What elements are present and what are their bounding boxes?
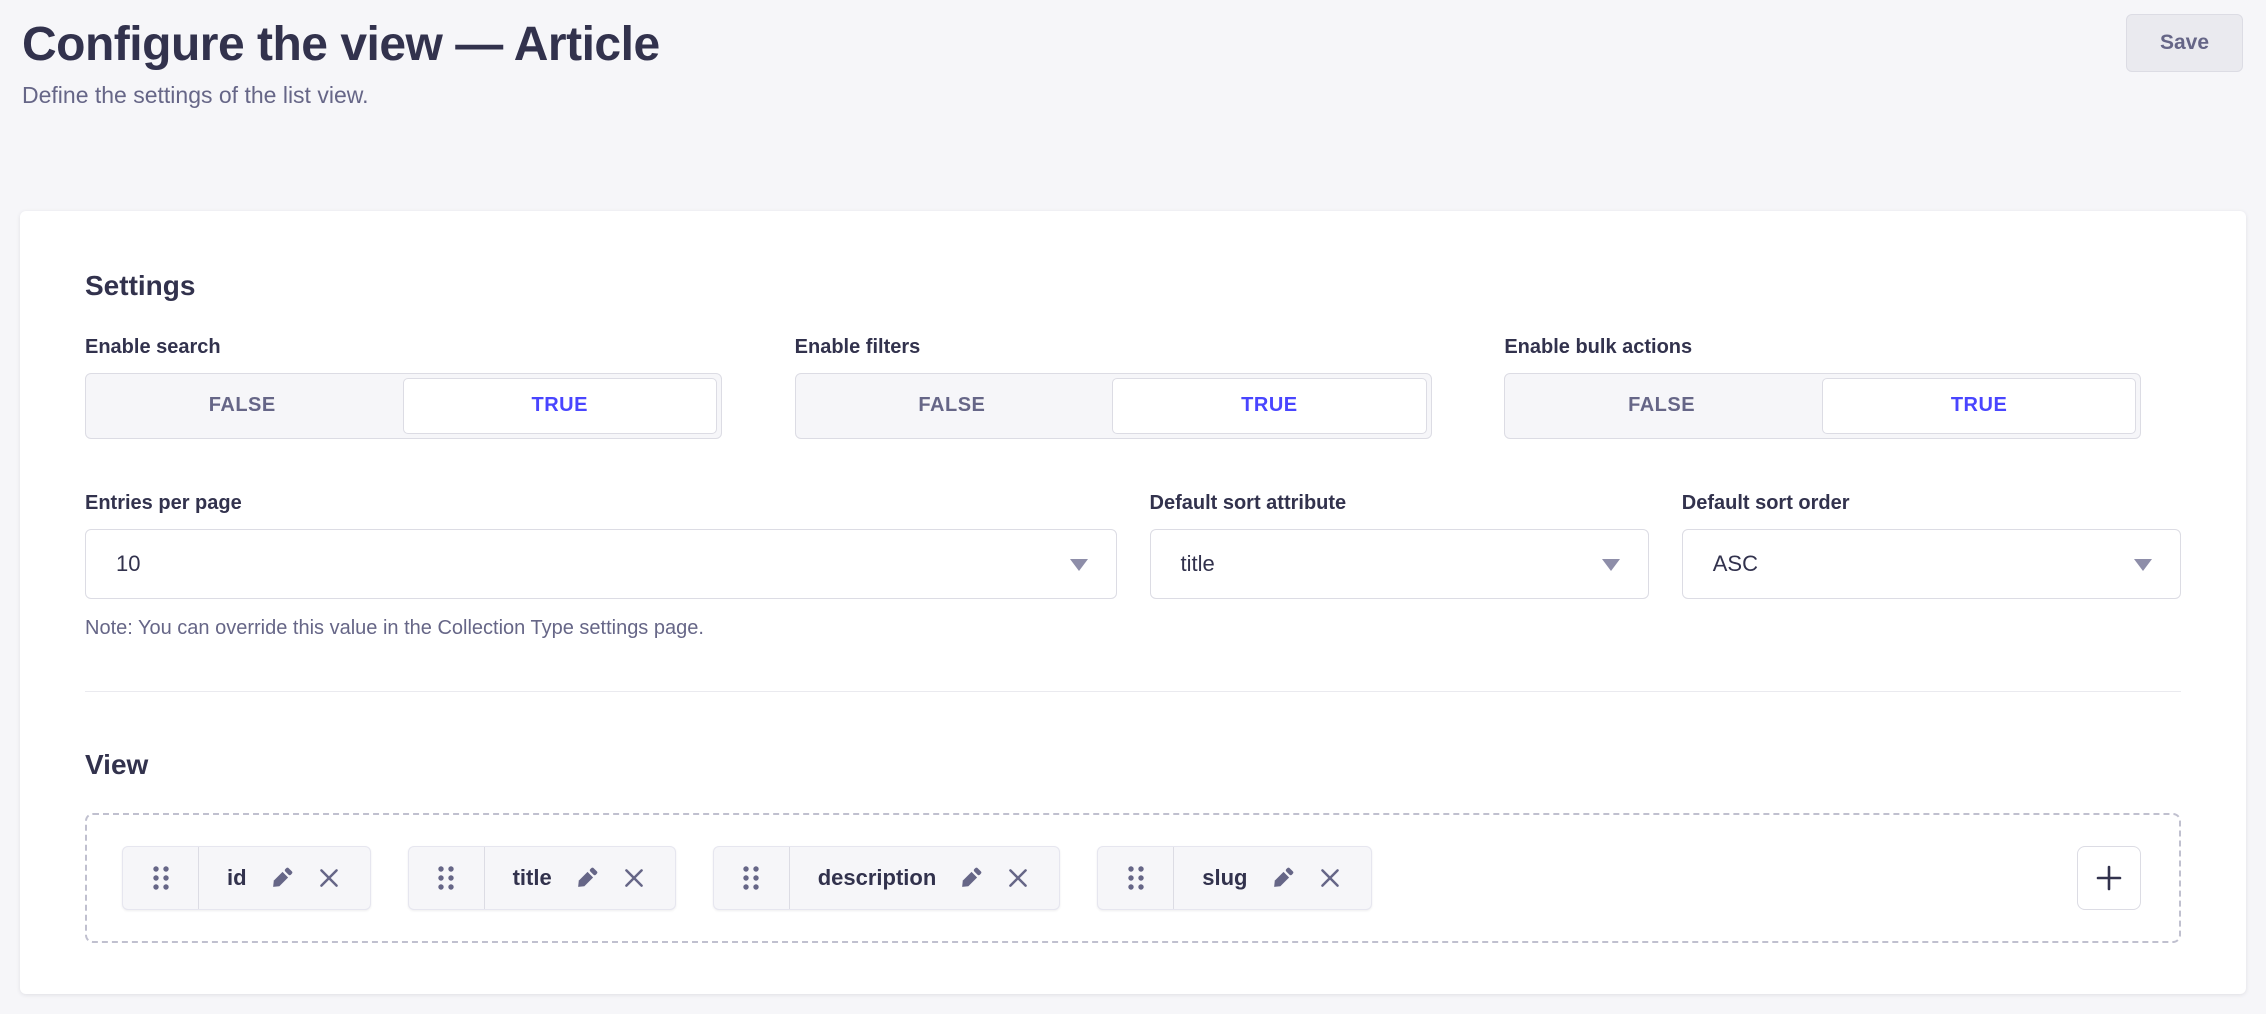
field-chip-id[interactable]: id — [122, 846, 371, 910]
chevron-down-icon — [1070, 559, 1088, 571]
entries-per-page-hint: Note: You can override this value in the… — [85, 615, 1117, 641]
default-sort-order-label: Default sort order — [1682, 491, 2181, 515]
pencil-icon — [957, 865, 984, 892]
chip-label: id — [227, 865, 247, 891]
drag-handle[interactable] — [409, 847, 485, 909]
enable-search-label: Enable search — [85, 335, 762, 359]
close-icon — [316, 865, 342, 891]
field-list: id — [85, 813, 2181, 943]
chip-body: slug — [1174, 847, 1370, 909]
default-sort-attribute-select[interactable]: title — [1150, 529, 1649, 599]
remove-field-button[interactable] — [1005, 865, 1031, 891]
default-sort-order-value: ASC — [1713, 551, 1758, 577]
close-icon — [1317, 865, 1343, 891]
field-default-sort-attribute: Default sort attribute title — [1150, 491, 1649, 641]
section-divider — [85, 691, 2181, 692]
page-title: Configure the view — Article — [22, 16, 2243, 74]
field-entries-per-page: Entries per page 10 Note: You can overri… — [85, 491, 1117, 641]
remove-field-button[interactable] — [621, 865, 647, 891]
select-row: Entries per page 10 Note: You can overri… — [85, 491, 2181, 641]
default-sort-order-select[interactable]: ASC — [1682, 529, 2181, 599]
remove-field-button[interactable] — [316, 865, 342, 891]
drag-handle-icon — [435, 863, 457, 893]
field-chip-title[interactable]: title — [408, 846, 676, 910]
enable-bulk-actions-true-option[interactable]: TRUE — [1822, 378, 2137, 434]
toggle-row: Enable search FALSE TRUE Enable filters … — [85, 335, 2181, 439]
enable-filters-label: Enable filters — [795, 335, 1472, 359]
enable-bulk-actions-false-option[interactable]: FALSE — [1505, 374, 1818, 438]
settings-section: Settings Enable search FALSE TRUE Enable… — [85, 269, 2181, 692]
enable-bulk-actions-label: Enable bulk actions — [1504, 335, 2181, 359]
enable-filters-true-option[interactable]: TRUE — [1112, 378, 1427, 434]
close-icon — [621, 865, 647, 891]
view-heading: View — [85, 748, 2181, 782]
entries-per-page-select[interactable]: 10 — [85, 529, 1117, 599]
drag-handle[interactable] — [1098, 847, 1174, 909]
entries-per-page-label: Entries per page — [85, 491, 1117, 515]
field-default-sort-order: Default sort order ASC — [1682, 491, 2181, 641]
chevron-down-icon — [1602, 559, 1620, 571]
close-icon — [1005, 865, 1031, 891]
chip-body: id — [199, 847, 370, 909]
field-chip-description[interactable]: description — [713, 846, 1061, 910]
field-enable-filters: Enable filters FALSE TRUE — [795, 335, 1472, 439]
chip-body: title — [485, 847, 675, 909]
remove-field-button[interactable] — [1317, 865, 1343, 891]
drag-handle[interactable] — [123, 847, 199, 909]
default-sort-attribute-label: Default sort attribute — [1150, 491, 1649, 515]
chip-body: description — [790, 847, 1060, 909]
drag-handle-icon — [740, 863, 762, 893]
enable-filters-false-option[interactable]: FALSE — [796, 374, 1109, 438]
pencil-icon — [573, 865, 600, 892]
edit-field-button[interactable] — [1269, 865, 1296, 892]
edit-field-button[interactable] — [268, 865, 295, 892]
entries-per-page-value: 10 — [116, 551, 140, 577]
field-enable-bulk-actions: Enable bulk actions FALSE TRUE — [1504, 335, 2181, 439]
drag-handle[interactable] — [714, 847, 790, 909]
field-enable-search: Enable search FALSE TRUE — [85, 335, 762, 439]
default-sort-attribute-value: title — [1181, 551, 1215, 577]
drag-handle-icon — [150, 863, 172, 893]
add-field-button[interactable] — [2077, 846, 2141, 910]
page-header: Configure the view — Article Define the … — [0, 0, 2266, 211]
enable-filters-toggle: FALSE TRUE — [795, 373, 1432, 439]
edit-field-button[interactable] — [957, 865, 984, 892]
enable-bulk-actions-toggle: FALSE TRUE — [1504, 373, 2141, 439]
chip-label: slug — [1202, 865, 1247, 891]
enable-search-toggle: FALSE TRUE — [85, 373, 722, 439]
view-section: View id — [85, 748, 2181, 944]
chevron-down-icon — [2134, 559, 2152, 571]
settings-card: Settings Enable search FALSE TRUE Enable… — [20, 211, 2246, 994]
plus-icon — [2094, 863, 2124, 893]
enable-search-true-option[interactable]: TRUE — [403, 378, 718, 434]
chip-label: title — [513, 865, 552, 891]
enable-search-false-option[interactable]: FALSE — [86, 374, 399, 438]
settings-heading: Settings — [85, 269, 2181, 303]
pencil-icon — [1269, 865, 1296, 892]
save-button[interactable]: Save — [2126, 14, 2243, 72]
chip-label: description — [818, 865, 937, 891]
page-subtitle: Define the settings of the list view. — [22, 81, 2243, 111]
field-chip-slug[interactable]: slug — [1097, 846, 1371, 910]
pencil-icon — [268, 865, 295, 892]
drag-handle-icon — [1125, 863, 1147, 893]
edit-field-button[interactable] — [573, 865, 600, 892]
